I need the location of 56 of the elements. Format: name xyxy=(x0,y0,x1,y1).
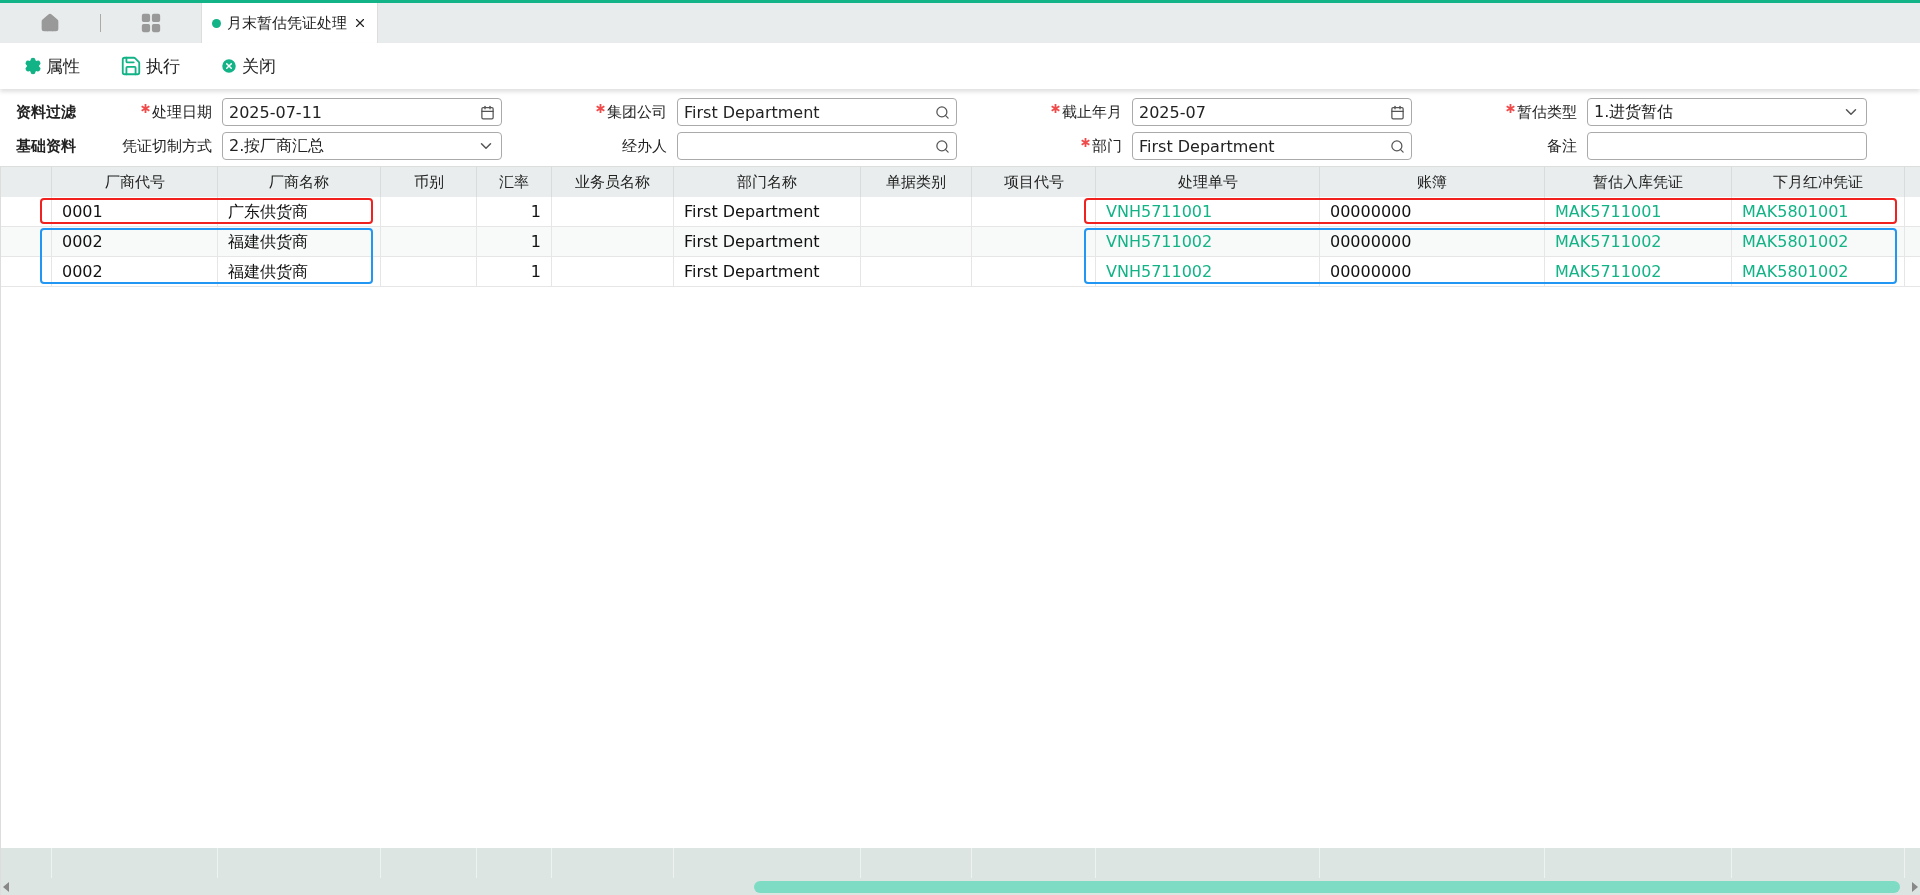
section-label: 资料过滤 xyxy=(16,102,77,123)
input-field[interactable]: 2025-07 xyxy=(1132,98,1412,126)
table-cell: 0002 xyxy=(62,262,103,281)
search-icon[interactable] xyxy=(1390,138,1405,154)
gear-icon xyxy=(24,57,42,75)
input-field[interactable] xyxy=(677,132,957,160)
status-dot-icon xyxy=(212,18,221,28)
required-icon xyxy=(1506,103,1515,113)
scrollbar-thumb[interactable] xyxy=(753,880,1900,893)
field-label: 处理日期 xyxy=(116,102,222,122)
tab[interactable]: 月末暂估凭证处理 xyxy=(201,3,378,43)
save-icon xyxy=(120,55,142,77)
field-label: 集团公司 xyxy=(502,102,677,122)
table-cell: 1 xyxy=(530,232,541,251)
required-icon xyxy=(596,103,605,113)
toolbar-button[interactable]: 关闭 xyxy=(220,54,276,78)
table-cell: First Department xyxy=(684,232,820,251)
table-cell: 0001 xyxy=(62,202,103,221)
field-label: 经办人 xyxy=(621,136,668,156)
toolbar-button[interactable]: 属性 xyxy=(24,54,80,78)
scroll-left-icon[interactable] xyxy=(1,880,11,893)
table-cell: 00000000 xyxy=(1330,202,1412,221)
input-field[interactable]: 2025-07-11 xyxy=(222,98,502,126)
search-icon[interactable] xyxy=(935,104,950,120)
tab-label: 月末暂估凭证处理 xyxy=(227,13,347,33)
input-field[interactable]: 2.按厂商汇总 xyxy=(222,132,502,160)
field-label: 截止年月 xyxy=(957,102,1132,122)
field-label: 凭证切制方式 xyxy=(121,136,213,156)
input-field[interactable] xyxy=(1587,132,1867,160)
table-cell: 1 xyxy=(530,202,541,221)
input-field[interactable]: First Department xyxy=(677,98,957,126)
input-field[interactable]: 1.进货暂估 xyxy=(1587,98,1867,126)
search-icon[interactable] xyxy=(935,138,950,154)
table-cell: 0002 xyxy=(62,232,103,251)
required-icon xyxy=(1081,137,1090,147)
table-cell: First Department xyxy=(684,262,820,281)
close-icon xyxy=(220,57,238,75)
table-cell: 1 xyxy=(530,262,541,281)
close-icon[interactable] xyxy=(353,16,367,30)
toolbar-button[interactable]: 执行 xyxy=(120,54,180,78)
table-cell: 福建供货商 xyxy=(228,232,308,251)
table-cell: First Department xyxy=(684,202,820,221)
input-field[interactable]: First Department xyxy=(1132,132,1412,160)
calendar-icon[interactable] xyxy=(1390,104,1405,120)
required-icon xyxy=(141,103,150,113)
calendar-icon[interactable] xyxy=(480,104,495,120)
field-label: 部门 xyxy=(957,136,1132,156)
required-icon xyxy=(1051,103,1060,113)
table-cell: 00000000 xyxy=(1330,262,1412,281)
table-cell: 00000000 xyxy=(1330,232,1412,251)
section-label: 基础资料 xyxy=(16,136,77,157)
table-cell: 福建供货商 xyxy=(228,262,308,281)
table-cell: 广东供货商 xyxy=(228,202,308,221)
field-label: 暂估类型 xyxy=(1412,102,1587,122)
field-label: 备注 xyxy=(1546,136,1578,156)
scroll-right-icon[interactable] xyxy=(1910,880,1920,893)
